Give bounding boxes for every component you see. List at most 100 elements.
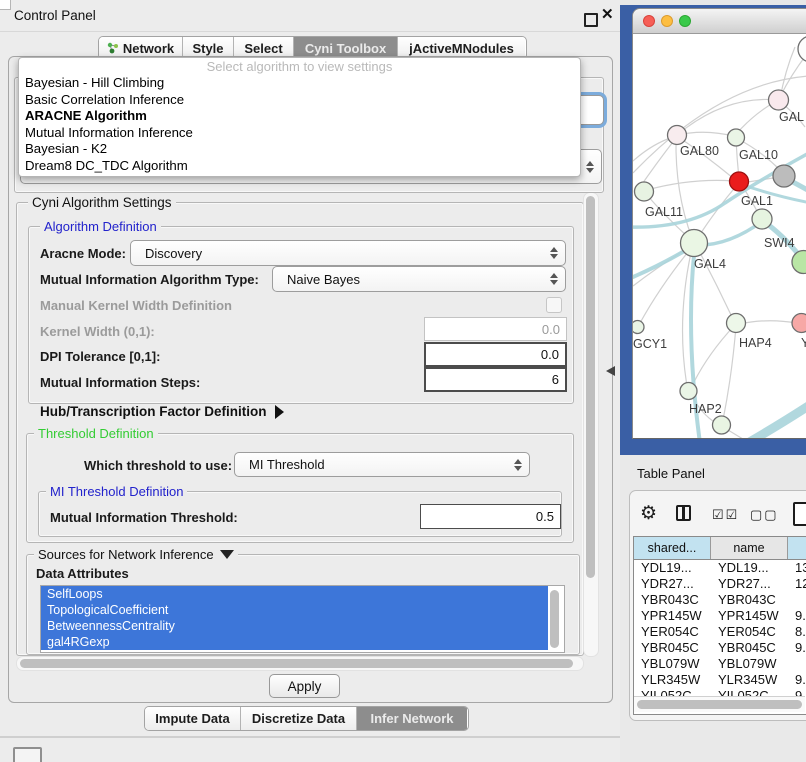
- algorithm-option[interactable]: Bayesian - Hill Climbing: [19, 75, 580, 92]
- tab-label: Select: [244, 41, 282, 56]
- settings-hscrollbar-track[interactable]: [16, 656, 584, 671]
- network-node[interactable]: [792, 251, 806, 274]
- control-panel-title: Control Panel: [14, 8, 96, 23]
- column-header-name[interactable]: name: [711, 537, 788, 559]
- network-node[interactable]: [798, 36, 806, 62]
- mouse-cursor: [606, 366, 615, 376]
- table-row[interactable]: YPR145WYPR145W9.: [634, 608, 806, 624]
- data-attributes-list[interactable]: SelfLoopsTopologicalCoefficientBetweenne…: [40, 585, 565, 653]
- which-threshold-combobox[interactable]: MI Threshold: [234, 452, 530, 477]
- table-hscrollbar-track[interactable]: [634, 696, 805, 712]
- select-all-rows-icon[interactable]: ☑☑: [712, 507, 739, 523]
- network-node-label: GAL: [779, 110, 804, 124]
- close-panel-icon[interactable]: ✕: [601, 5, 614, 23]
- mi-steps-field[interactable]: 6: [424, 367, 567, 392]
- network-node-label: GAL80: [680, 144, 719, 158]
- network-node[interactable]: [680, 383, 697, 400]
- network-graph-canvas[interactable]: GALGAL80GAL10GAL1GAL11SWI4GAL4GCY1HAP4YH…: [633, 33, 806, 438]
- table-cell: 9.: [788, 672, 806, 688]
- stepper-icon: [550, 247, 558, 259]
- network-tab-icon: [107, 42, 119, 54]
- table-cell: YDR27...: [711, 576, 788, 592]
- attribute-list-item[interactable]: BetweennessCentrality: [41, 618, 548, 634]
- algorithm-option[interactable]: Basic Correlation Inference: [19, 92, 580, 109]
- kernel-width-field[interactable]: 0.0: [424, 317, 567, 341]
- zoom-traffic-light[interactable]: [679, 15, 691, 27]
- expand-right-icon[interactable]: [275, 405, 284, 419]
- hub-section-toggle[interactable]: Hub/Transcription Factor Definition: [40, 404, 284, 419]
- sources-title[interactable]: Sources for Network Inference: [34, 547, 238, 562]
- float-panel-icon[interactable]: [584, 13, 598, 27]
- minimize-traffic-light[interactable]: [661, 15, 673, 27]
- table-row[interactable]: YBR043CYBR043C: [634, 592, 806, 608]
- attribute-list-item[interactable]: TopologicalCoefficient: [41, 602, 548, 618]
- table-cell: [788, 592, 806, 608]
- attribute-list-item[interactable]: gal4RGexp: [41, 634, 548, 650]
- table-row[interactable]: YBL079WYBL079W: [634, 656, 806, 672]
- algorithm-option[interactable]: Mutual Information Inference: [19, 125, 580, 142]
- table-cell: YBR045C: [634, 640, 711, 656]
- mi-threshold-value: 0.5: [536, 509, 554, 524]
- cyni-algorithm-settings-title: Cyni Algorithm Settings: [28, 195, 176, 210]
- table-cell: YLR345W: [711, 672, 788, 688]
- manual-kernel-checkbox[interactable]: [546, 297, 562, 313]
- column-header-shared[interactable]: shared...: [634, 537, 711, 559]
- mi-threshold-field[interactable]: 0.5: [420, 504, 561, 529]
- network-node-label: HAP4: [739, 336, 772, 350]
- network-node[interactable]: [635, 182, 654, 201]
- algorithm-option[interactable]: ARACNE Algorithm: [19, 108, 580, 125]
- settings-hscrollbar-thumb[interactable]: [20, 659, 573, 668]
- threshold-definition-title: Threshold Definition: [34, 426, 158, 441]
- table-cell: 12: [788, 576, 806, 592]
- dpi-tolerance-field[interactable]: 0.0: [424, 342, 567, 367]
- network-node[interactable]: [681, 230, 708, 257]
- dpi-tolerance-label: DPI Tolerance [0,1]:: [40, 349, 160, 364]
- docked-panel-icon[interactable]: [13, 747, 42, 762]
- network-node[interactable]: [792, 314, 806, 333]
- table-cell: YLR345W: [634, 672, 711, 688]
- gear-icon[interactable]: ⚙: [640, 502, 657, 525]
- table-cell: 9.: [788, 640, 806, 656]
- tab-infer-network[interactable]: Infer Network: [357, 707, 467, 730]
- mi-algorithm-type-label: Mutual Information Algorithm Type:: [40, 272, 259, 287]
- algorithm-option[interactable]: Dream8 DC_TDC Algorithm: [19, 158, 580, 175]
- table-hscrollbar-thumb[interactable]: [637, 700, 802, 709]
- table-row[interactable]: YBR045CYBR045C9.: [634, 640, 806, 656]
- settings-vscrollbar-track[interactable]: [583, 192, 599, 657]
- new-table-icon[interactable]: [793, 502, 806, 526]
- table-row[interactable]: YLR345WYLR345W9.: [634, 672, 806, 688]
- close-traffic-light[interactable]: [643, 15, 655, 27]
- network-node[interactable]: [730, 172, 749, 191]
- mi-algorithm-type-combobox[interactable]: Naive Bayes: [272, 266, 566, 292]
- network-window-titlebar[interactable]: [633, 9, 806, 34]
- network-node[interactable]: [728, 129, 745, 146]
- collapse-down-icon[interactable]: [220, 550, 234, 559]
- tab-discretize-data[interactable]: Discretize Data: [241, 707, 357, 730]
- table-cell: YBL079W: [634, 656, 711, 672]
- apply-button[interactable]: Apply: [269, 674, 340, 698]
- table-row[interactable]: YDR27...YDR27...12: [634, 576, 806, 592]
- table-row[interactable]: YDL19...YDL19...13: [634, 560, 806, 576]
- table-panel-title: Table Panel: [637, 466, 705, 481]
- tab-impute-data[interactable]: Impute Data: [145, 707, 241, 730]
- node-attribute-table[interactable]: shared...nameYDL19...YDL19...13YDR27...Y…: [633, 536, 806, 715]
- network-window: GALGAL80GAL10GAL1GAL11SWI4GAL4GCY1HAP4YH…: [632, 8, 806, 439]
- table-row[interactable]: YER054CYER054C8.: [634, 624, 806, 640]
- algorithm-option[interactable]: Bayesian - K2: [19, 141, 580, 158]
- column-header-hidden[interactable]: [788, 537, 806, 559]
- network-node[interactable]: [727, 314, 746, 333]
- deselect-all-rows-icon[interactable]: ▢▢: [750, 507, 779, 523]
- network-node[interactable]: [633, 321, 644, 334]
- network-node[interactable]: [713, 416, 731, 434]
- network-node[interactable]: [752, 209, 772, 229]
- attribute-list-item[interactable]: SelfLoops: [41, 586, 548, 602]
- network-node-label: GAL4: [694, 257, 726, 271]
- network-node[interactable]: [668, 126, 687, 145]
- column-browser-icon[interactable]: [676, 505, 691, 521]
- network-node[interactable]: [769, 90, 789, 110]
- aracne-mode-combobox[interactable]: Discovery: [130, 240, 566, 266]
- table-cell: YDL19...: [634, 560, 711, 576]
- network-node[interactable]: [773, 165, 795, 187]
- settings-vscrollbar-thumb[interactable]: [586, 196, 595, 578]
- list-scrollbar-thumb[interactable]: [550, 590, 559, 648]
